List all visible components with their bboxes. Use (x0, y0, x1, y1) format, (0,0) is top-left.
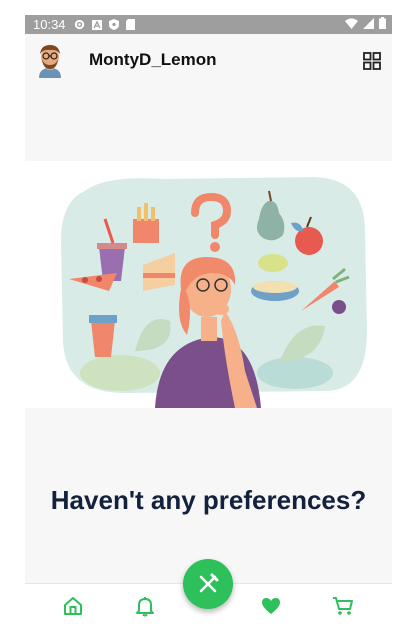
heart-icon[interactable] (260, 595, 282, 617)
username-label: MontyD_Lemon (89, 50, 217, 69)
status-bar: 10:34 (25, 15, 392, 34)
spacer-band (25, 89, 392, 161)
meal-fab-button[interactable] (183, 559, 233, 609)
settings-icon (74, 19, 84, 30)
signal-icon (363, 17, 374, 29)
wifi-icon (345, 18, 358, 29)
home-icon[interactable] (62, 595, 84, 617)
bell-icon[interactable] (134, 595, 156, 617)
status-time: 10:34 (33, 17, 66, 32)
top-app-bar: MontyD_Lemon (25, 34, 392, 89)
thinking-woman-food-illustration (25, 161, 392, 408)
shield-icon (108, 19, 119, 30)
grid-icon[interactable] (363, 52, 381, 70)
a-icon (91, 19, 102, 30)
headline-text: Haven't any preferences? (50, 485, 367, 515)
cart-icon[interactable] (332, 595, 354, 617)
fork-knife-icon (199, 573, 219, 593)
phone-screen: 10:34 MontyD_Lemon Haven't any preferenc… (25, 15, 392, 627)
sd-card-icon (125, 19, 135, 30)
battery-icon (379, 17, 386, 29)
avatar-icon[interactable] (35, 42, 65, 78)
